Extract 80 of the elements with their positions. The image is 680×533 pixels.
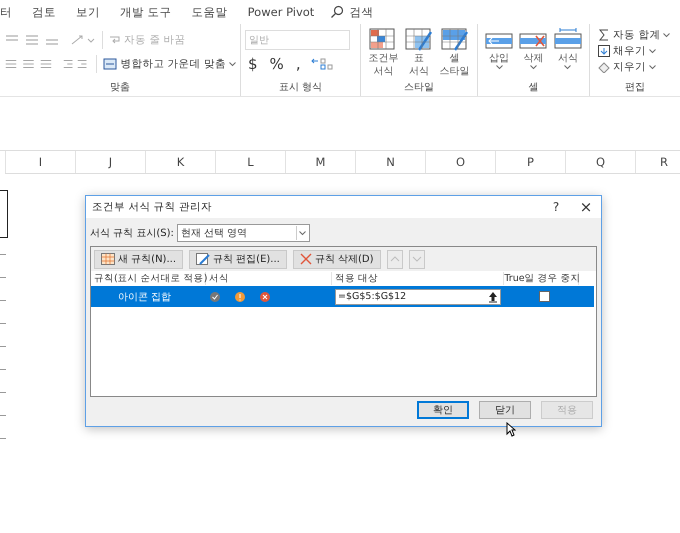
delete-icon <box>300 253 312 265</box>
editing-button[interactable]: 자동 합계 <box>598 28 676 42</box>
cell-button[interactable]: 서식 <box>554 28 582 70</box>
cell-button[interactable]: 삽입 <box>485 28 514 70</box>
column-header[interactable]: Q <box>565 151 635 173</box>
chevron-down-icon <box>412 256 422 262</box>
column-header: 적용 대상 <box>332 272 504 285</box>
column-header[interactable]: N <box>355 151 425 173</box>
icon-set-preview-icon <box>209 290 271 302</box>
style-button[interactable]: 조건부 서식 <box>368 28 398 78</box>
chevron-down-icon <box>496 65 503 70</box>
chevron-up-icon <box>390 256 400 262</box>
chevron-down-icon <box>649 48 656 54</box>
cell-outline <box>0 190 8 238</box>
menu-tab[interactable]: 개발 도구 <box>110 4 182 20</box>
column-header[interactable]: P <box>495 151 565 173</box>
grid-icon <box>101 253 115 265</box>
stop-if-true-checkbox[interactable] <box>539 291 550 302</box>
chevron-down-icon <box>663 32 670 38</box>
orientation-icon[interactable] <box>70 34 96 46</box>
conditional-format-icon <box>369 28 398 52</box>
help-button[interactable]: ? <box>541 200 571 214</box>
style-button[interactable]: 표 서식 <box>404 28 433 78</box>
group-label: 편집 <box>624 81 646 94</box>
comma-button[interactable]: , <box>292 55 304 73</box>
editing-button[interactable]: 채우기 <box>598 44 676 58</box>
chevron-down-icon <box>299 230 306 236</box>
editing-button[interactable]: 지우기 <box>598 60 676 74</box>
collapse-icon[interactable] <box>486 290 500 304</box>
column-header[interactable]: I <box>5 151 75 173</box>
fill-down-icon <box>598 45 610 57</box>
group-label: 표시 형식 <box>278 81 324 94</box>
column-header[interactable]: O <box>425 151 495 173</box>
cursor-icon <box>506 422 516 437</box>
menu-tab[interactable]: 검토 <box>22 4 66 20</box>
rule-toolbar-button[interactable]: 규칙 삭제(D) <box>292 250 381 268</box>
search-icon <box>330 5 344 19</box>
chevron-down-icon <box>649 64 656 70</box>
applies-to-field[interactable]: =$G$5:$G$12 <box>335 288 501 304</box>
column-header[interactable]: L <box>215 151 285 173</box>
menu-tab[interactable]: 터 <box>0 4 22 20</box>
chevron-down-icon <box>564 65 572 70</box>
currency-button[interactable]: $ <box>245 55 261 73</box>
search-button[interactable]: 검색 <box>330 4 374 20</box>
group-label: 스타일 <box>403 81 435 94</box>
rule-toolbar-button[interactable]: 새 규칙(N)... <box>94 250 183 268</box>
chevron-down-icon <box>229 62 236 66</box>
column-header[interactable]: K <box>145 151 215 173</box>
eraser-icon <box>598 61 610 73</box>
table-brush-icon <box>404 28 433 52</box>
edit-grid-icon <box>196 253 210 265</box>
sigma-icon <box>598 29 610 41</box>
merge-center-button[interactable]: 병합하고 가운데 맞춤 <box>103 57 236 71</box>
cell-button[interactable]: 삭제 <box>519 28 548 70</box>
show-rules-label: 서식 규칙 표시(S): <box>90 227 174 240</box>
menu-tab[interactable]: Power Pivot <box>238 5 324 19</box>
dialog-button[interactable]: 닫기 <box>479 401 531 419</box>
rule-name: 아이콘 집합 <box>117 290 172 304</box>
rule-row[interactable]: 아이콘 집합 =$G$5:$G$12 <box>91 286 594 307</box>
wrap-icon <box>109 34 121 46</box>
percent-button[interactable]: % <box>266 55 287 73</box>
group-label: 셀 <box>528 81 540 94</box>
dialog-title: 조건부 서식 규칙 관리자 <box>92 200 214 214</box>
chevron-down-icon <box>530 65 537 70</box>
dialog-button[interactable]: 확인 <box>417 401 469 419</box>
cell-style-icon <box>440 28 469 52</box>
group-label: 맞춤 <box>109 81 131 94</box>
column-header[interactable]: R <box>635 151 680 173</box>
menu-tab[interactable]: 보기 <box>66 4 110 20</box>
column-header[interactable]: J <box>75 151 145 173</box>
show-rules-dropdown[interactable]: 현재 선택 영역 <box>176 224 310 242</box>
column-header: 서식 <box>206 272 332 285</box>
column-header: 규칙(표시 순서대로 적용) <box>91 272 206 285</box>
column-header[interactable]: M <box>285 151 355 173</box>
rule-toolbar-button[interactable]: 규칙 편집(E)... <box>189 250 287 268</box>
merge-icon <box>103 58 118 70</box>
style-button[interactable]: 셀 스타일 <box>440 28 470 78</box>
close-button[interactable]: × <box>571 198 601 216</box>
column-header: True일 경우 중지 <box>504 272 579 285</box>
menu-tab[interactable]: 도움말 <box>182 4 238 20</box>
